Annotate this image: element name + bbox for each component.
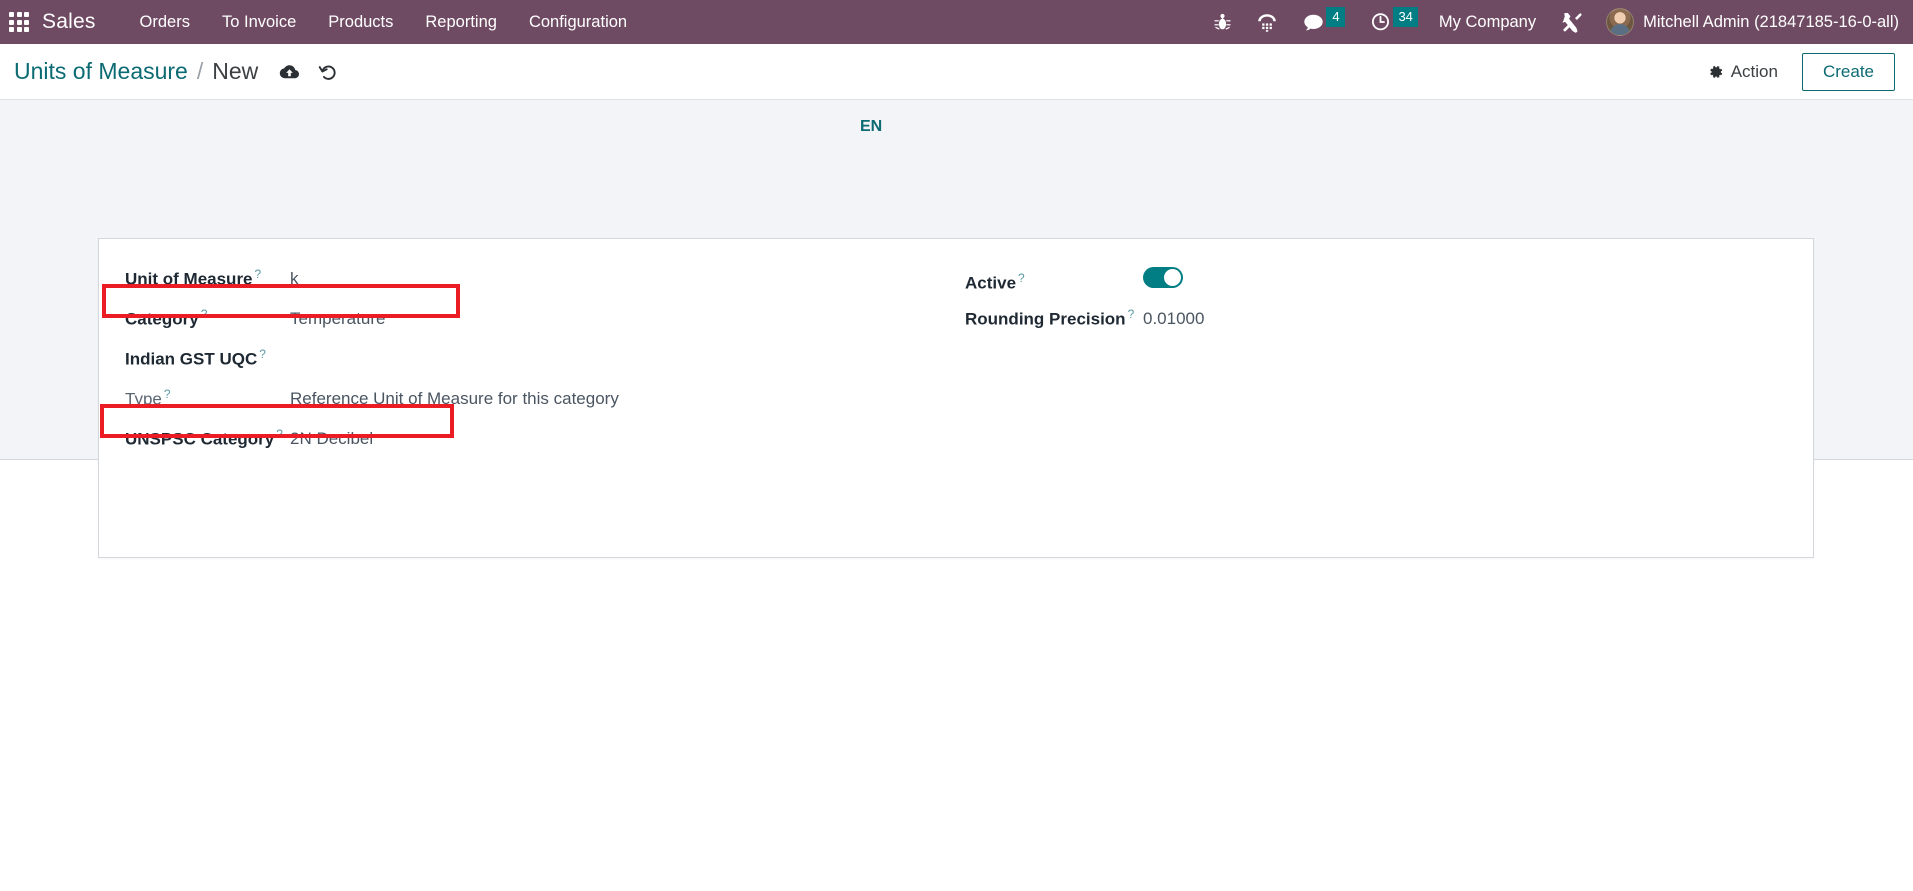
value-type: Reference Unit of Measure for this categ…: [290, 389, 619, 409]
navbar-right-tools: 4 34 My Company Mitchell Admin (21847185…: [1201, 0, 1899, 44]
company-switcher[interactable]: My Company: [1431, 13, 1548, 32]
form-background: Unit of Measure? k Category? Temperature: [0, 100, 1913, 558]
apps-grid-cell: [24, 27, 29, 32]
help-icon[interactable]: ?: [259, 347, 266, 361]
form-columns: Unit of Measure? k Category? Temperature: [99, 239, 1813, 467]
field-label-cell: Type?: [125, 387, 290, 409]
apps-grid-cell: [9, 12, 14, 17]
activities-counter[interactable]: 34: [1358, 0, 1430, 44]
clock-icon: [1372, 13, 1390, 31]
field-unit-of-measure: Unit of Measure? k: [125, 267, 885, 307]
apps-grid-cell: [24, 19, 29, 25]
control-panel-right: Action Create: [1702, 52, 1895, 91]
label-active: Active: [965, 273, 1017, 292]
help-icon[interactable]: ?: [1018, 271, 1025, 285]
apps-grid-cell: [24, 12, 29, 17]
messages-counter[interactable]: 4: [1290, 0, 1358, 44]
field-value-cell[interactable]: 2N Decibel: [290, 429, 885, 449]
field-value-cell[interactable]: 0.01000: [1143, 309, 1204, 329]
record-actions: [278, 62, 338, 82]
apps-grid-cell: [9, 19, 14, 25]
form-left-column: Unit of Measure? k Category? Temperature: [125, 267, 885, 467]
field-unspsc-category: UNSPSC Category? 2N Decibel: [125, 427, 885, 467]
field-value-cell[interactable]: Temperature: [290, 309, 885, 329]
menu-item-products[interactable]: Products: [312, 7, 409, 38]
menu-item-reporting[interactable]: Reporting: [409, 7, 513, 38]
bug-icon[interactable]: [1201, 0, 1244, 44]
help-icon[interactable]: ?: [255, 267, 262, 281]
label-category: Category: [125, 309, 199, 329]
top-navbar: Sales Orders To Invoice Products Reporti…: [0, 0, 1913, 44]
menu-item-orders[interactable]: Orders: [124, 7, 206, 38]
language-badge-en[interactable]: EN: [860, 118, 882, 136]
field-label-cell: Rounding Precision?: [965, 307, 1143, 329]
field-active: Active?: [965, 267, 1605, 307]
cloud-upload-icon[interactable]: [278, 63, 300, 81]
control-panel: Units of Measure / New Action Create: [0, 44, 1913, 100]
field-label-cell: Category?: [125, 307, 290, 329]
label-rounding-precision: Rounding Precision: [965, 309, 1126, 329]
value-category: Temperature: [290, 309, 386, 329]
help-icon[interactable]: ?: [201, 307, 208, 321]
avatar: [1606, 8, 1635, 36]
value-rounding-precision: 0.01000: [1143, 309, 1205, 329]
label-indian-gst-uqc: Indian GST UQC: [125, 349, 258, 369]
apps-grid-icon[interactable]: [6, 9, 32, 35]
form-sheet: Unit of Measure? k Category? Temperature: [98, 238, 1814, 558]
field-rounding-precision: Rounding Precision? 0.01000: [965, 307, 1605, 347]
breadcrumb-units-of-measure[interactable]: Units of Measure: [14, 58, 188, 85]
label-unspsc-category: UNSPSC Category: [125, 429, 275, 449]
help-icon[interactable]: ?: [164, 387, 171, 401]
menu-item-to-invoice[interactable]: To Invoice: [206, 7, 312, 38]
label-type: Type: [125, 389, 162, 409]
apps-grid-cell: [16, 12, 22, 17]
chat-bubble-icon: [1304, 14, 1324, 30]
label-unit-of-measure: Unit of Measure: [125, 269, 253, 289]
field-indian-gst-uqc: Indian GST UQC?: [125, 347, 885, 387]
field-category: Category? Temperature: [125, 307, 885, 347]
action-label: Action: [1730, 61, 1778, 81]
apps-grid-cell: [9, 27, 14, 32]
field-type: Type? Reference Unit of Measure for this…: [125, 387, 885, 427]
apps-grid-cell: [16, 19, 22, 25]
activities-badge: 34: [1393, 7, 1418, 27]
create-button[interactable]: Create: [1801, 52, 1895, 91]
active-toggle[interactable]: [1143, 267, 1183, 288]
breadcrumb: Units of Measure / New: [14, 58, 258, 85]
field-value-cell: [1143, 267, 1183, 293]
help-icon[interactable]: ?: [1128, 307, 1135, 321]
dialpad-icon[interactable]: [1244, 0, 1290, 44]
value-unit-of-measure: k: [290, 269, 299, 289]
user-menu[interactable]: Mitchell Admin (21847185-16-0-all): [1596, 8, 1899, 36]
undo-icon[interactable]: [318, 62, 338, 82]
breadcrumb-separator: /: [196, 58, 204, 84]
main-menu: Orders To Invoice Products Reporting Con…: [124, 7, 644, 38]
gear-icon: [1709, 65, 1722, 78]
page-title: New: [212, 58, 259, 84]
user-name: Mitchell Admin (21847185-16-0-all): [1643, 12, 1899, 31]
help-icon[interactable]: ?: [276, 427, 283, 441]
menu-item-configuration[interactable]: Configuration: [513, 7, 643, 38]
app-brand-sales[interactable]: Sales: [42, 10, 96, 34]
apps-grid-cell: [16, 27, 22, 32]
field-label-cell: Active?: [965, 271, 1143, 293]
field-value-cell[interactable]: k: [290, 269, 885, 289]
form-right-column: Active? Rounding Precision? 0.01000: [965, 267, 1605, 467]
field-value-cell[interactable]: Reference Unit of Measure for this categ…: [290, 389, 885, 409]
value-unspsc-category: 2N Decibel: [290, 429, 374, 449]
action-menu-button[interactable]: Action: [1702, 58, 1784, 86]
field-label-cell: UNSPSC Category?: [125, 427, 290, 449]
messages-badge: 4: [1326, 7, 1346, 27]
tools-icon[interactable]: [1548, 0, 1596, 44]
field-label-cell: Indian GST UQC?: [125, 347, 290, 369]
field-label-cell: Unit of Measure?: [125, 267, 290, 289]
